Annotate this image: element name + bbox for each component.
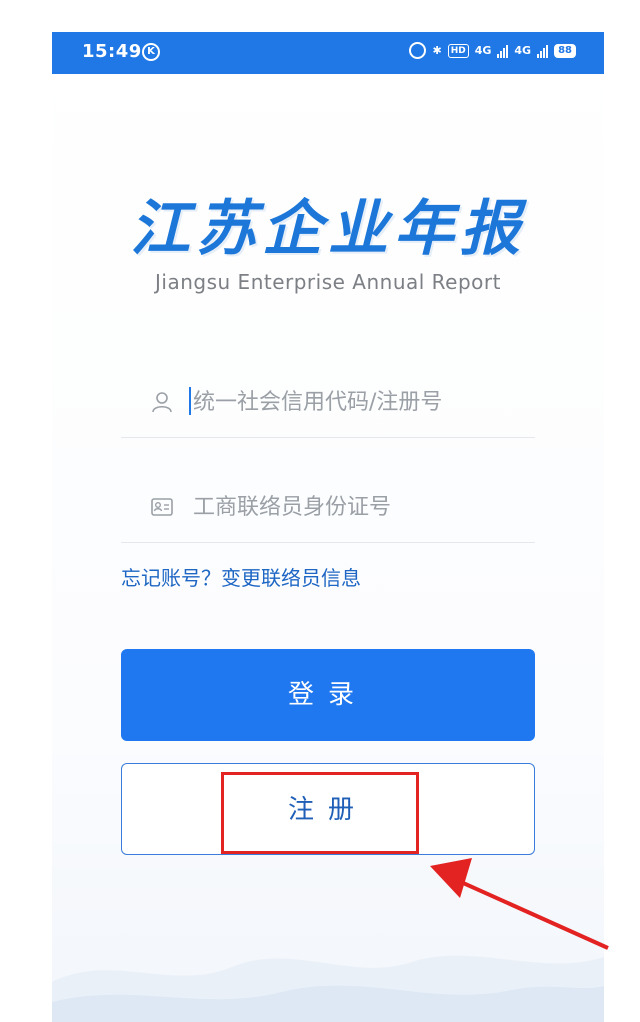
red-arrow-annotation: [430, 858, 609, 950]
